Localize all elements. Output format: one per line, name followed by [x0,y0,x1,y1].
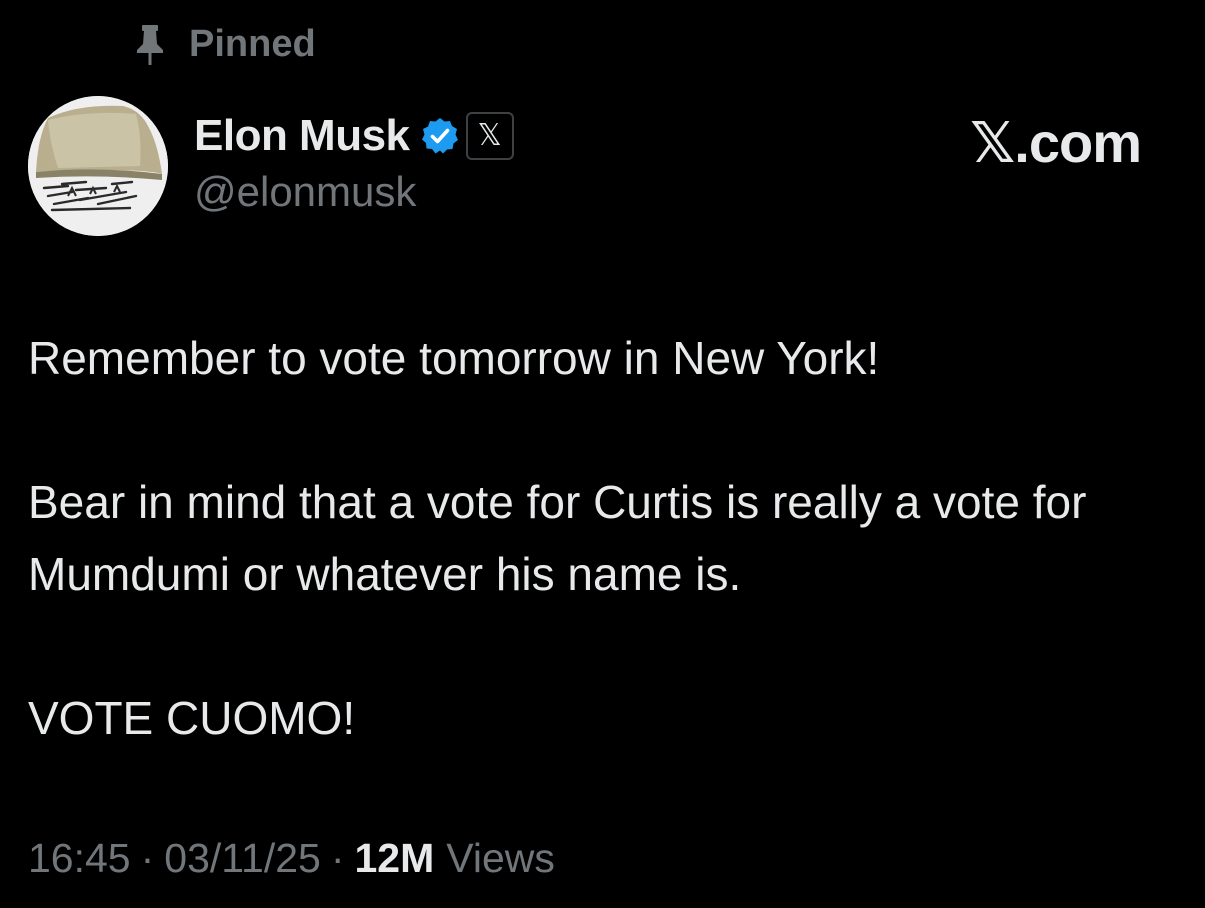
tweet-paragraph: Bear in mind that a vote for Curtis is r… [28,476,1087,600]
tweet-paragraph: VOTE CUOMO! [28,692,356,744]
pinned-label: Pinned [189,22,316,65]
tweet-paragraph: Remember to vote tomorrow in New York! [28,332,880,384]
tweet-time[interactable]: 16:45 [28,835,131,882]
views-label: Views [446,835,555,881]
meta-separator: · [330,835,345,881]
meta-separator: · [140,835,155,881]
x-com-watermark: 𝕏.com [970,111,1142,174]
verified-badge-icon[interactable] [420,116,460,156]
pinned-indicator: Pinned [133,22,316,66]
avatar[interactable] [28,96,168,236]
author-handle[interactable]: @elonmusk [194,168,514,216]
author-display-name[interactable]: Elon Musk [194,111,410,161]
tweet-meta: 16:45 · 03/11/25 · 12M Views [28,835,555,882]
affiliate-x-badge-icon[interactable]: 𝕏 [465,112,514,160]
pin-icon [133,22,167,66]
tweet-text: Remember to vote tomorrow in New York! B… [28,322,1168,754]
tweet-author: Elon Musk 𝕏 @elonmusk [194,110,514,216]
author-name-row: Elon Musk 𝕏 [194,110,514,162]
tweet-date[interactable]: 03/11/25 [164,835,321,882]
views-count: 12M [354,835,435,881]
